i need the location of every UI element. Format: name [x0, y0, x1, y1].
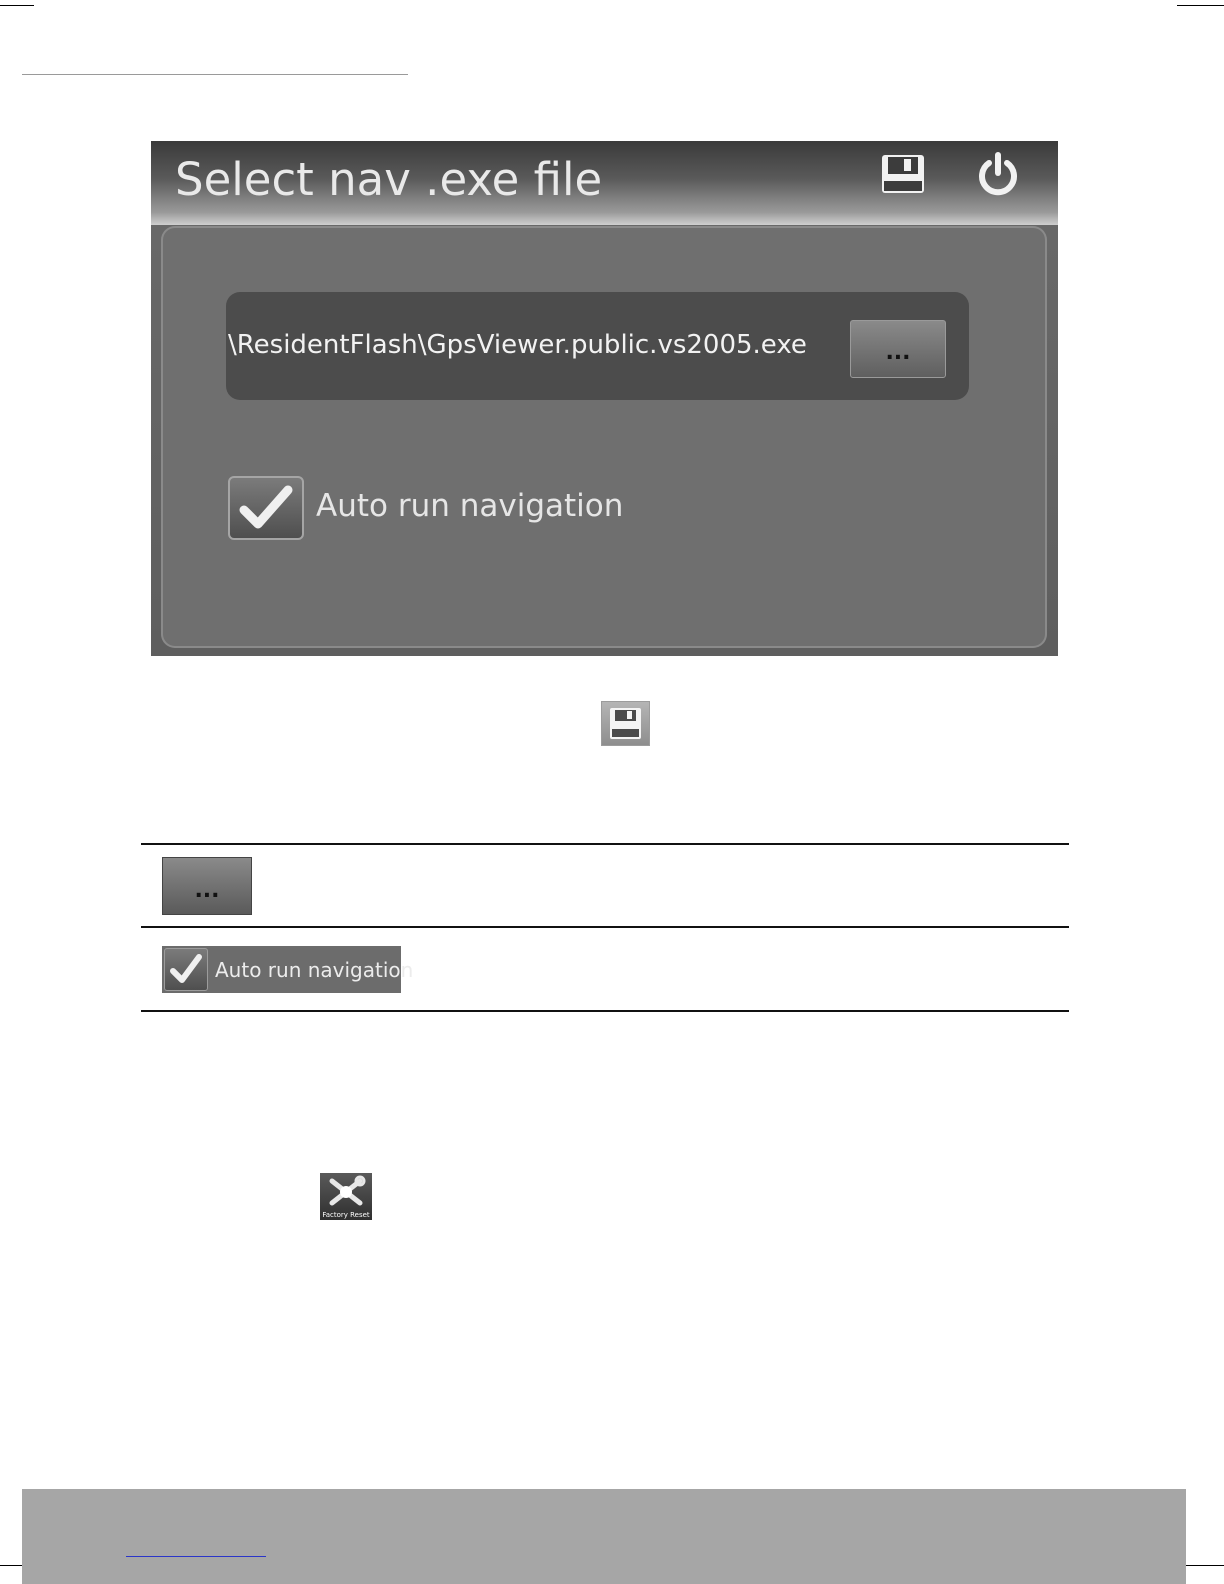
table-rule-bottom — [141, 1010, 1069, 1012]
crop-mark-tl — [0, 5, 34, 6]
browse-button[interactable]: ... — [850, 320, 946, 378]
factory-reset-label: Factory Reset — [322, 1211, 370, 1219]
power-icon[interactable] — [975, 151, 1021, 197]
auto-run-checkbox[interactable] — [228, 476, 304, 540]
auto-run-label: Auto run navigation — [316, 488, 624, 524]
nav-exe-dialog: Select nav .exe file \ResidentFlash\GpsV… — [151, 141, 1058, 656]
title-bar: Select nav .exe file — [151, 141, 1058, 225]
table-row-checkbox-icon: Auto run navigation — [162, 946, 413, 993]
table-row-browse-icon: ... — [162, 857, 252, 915]
footer-link[interactable] — [126, 1556, 266, 1557]
path-field: \ResidentFlash\GpsViewer.public.vs2005.e… — [226, 292, 969, 400]
table-rule-top — [141, 843, 1069, 845]
header-rule — [22, 74, 408, 75]
checkmark-icon — [170, 954, 202, 983]
checkbox-label: Auto run navigation — [215, 958, 414, 982]
save-icon[interactable] — [880, 153, 926, 195]
checkbox-icon — [164, 948, 208, 991]
dialog-body: \ResidentFlash\GpsViewer.public.vs2005.e… — [161, 226, 1047, 648]
dialog-title: Select nav .exe file — [175, 153, 603, 206]
save-icon — [601, 701, 650, 746]
factory-reset-icon: Factory Reset — [320, 1173, 372, 1220]
crop-mark-tr — [1177, 5, 1224, 6]
footer-band — [22, 1489, 1186, 1584]
tools-icon — [329, 1175, 366, 1206]
nav-exe-path: \ResidentFlash\GpsViewer.public.vs2005.e… — [228, 330, 807, 360]
checkmark-icon — [239, 485, 293, 529]
table-rule-middle — [141, 926, 1069, 928]
